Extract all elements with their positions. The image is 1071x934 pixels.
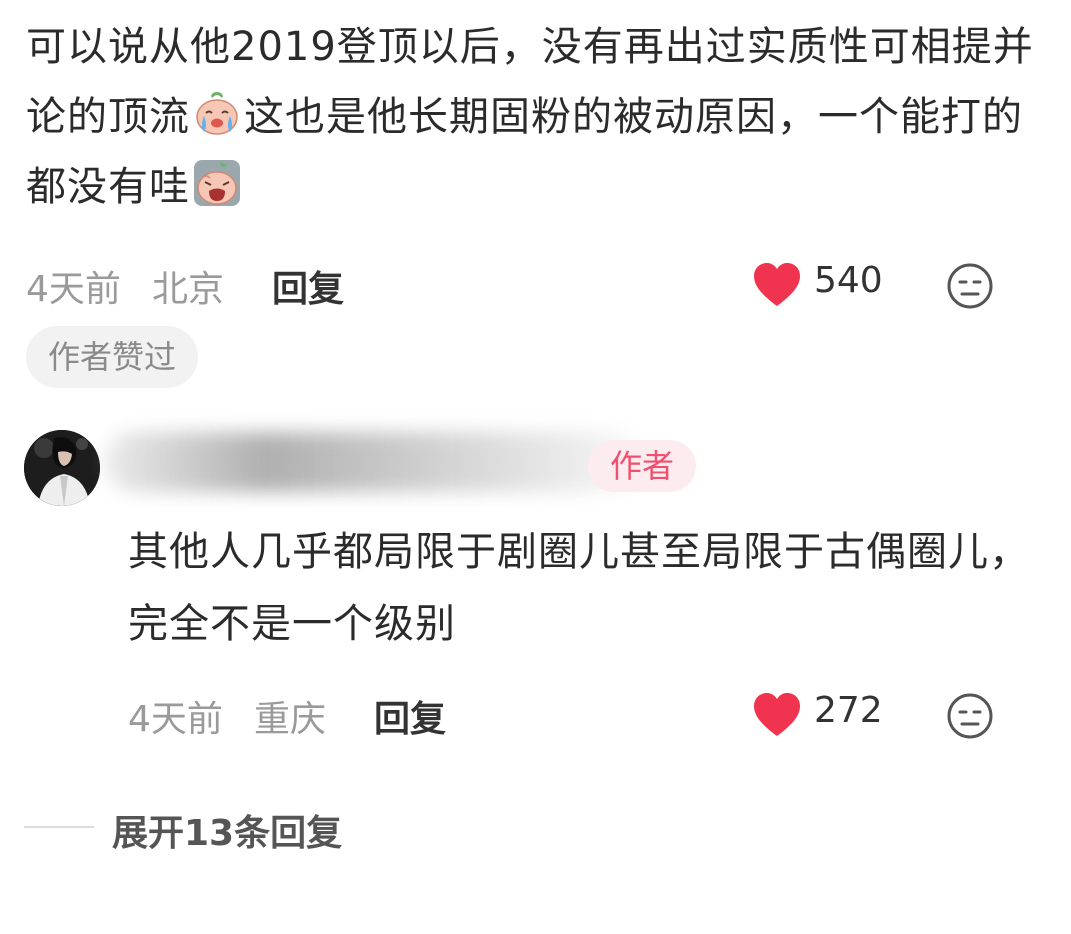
expand-replies-button[interactable]: 展开13条回复	[24, 798, 624, 858]
comment-meta-row: 4天前 北京 回复 540	[0, 254, 1071, 314]
author-badge: 作者	[588, 440, 697, 492]
reply-time: 4天前	[128, 699, 223, 740]
wailing-face-emoji-icon	[194, 160, 240, 206]
comment-time: 4天前	[26, 269, 121, 310]
comment-location: 北京	[152, 269, 225, 310]
reply-reply-button[interactable]: 回复	[374, 690, 446, 742]
crying-face-emoji-icon	[196, 92, 238, 135]
heart-icon[interactable]	[752, 262, 802, 308]
expand-divider-line	[24, 826, 94, 828]
reply-meta-row: 4天前 重庆 回复 272	[0, 684, 1071, 744]
username-blurred[interactable]	[104, 432, 644, 492]
avatar[interactable]	[24, 430, 100, 506]
avatar-image	[24, 430, 100, 506]
reply-text: 其他人几乎都局限于剧圈儿甚至局限于古偶圈儿，完全不是一个级别	[128, 529, 1030, 647]
author-liked-badge: 作者赞过	[26, 326, 199, 388]
dislike-face-icon[interactable]	[946, 262, 994, 310]
heart-icon[interactable]	[752, 692, 802, 738]
comment-reply-button[interactable]: 回复	[272, 260, 344, 312]
reply-location: 重庆	[254, 699, 327, 740]
comment-text: 可以说从他2019登顶以后，没有再出过实质性可相提并论的顶流 这也是他长期固粉的…	[26, 12, 1036, 222]
comment-like-count: 540	[814, 260, 883, 301]
dislike-face-icon[interactable]	[946, 692, 994, 740]
reply-like-count: 272	[814, 690, 883, 731]
expand-replies-label: 展开13条回复	[112, 813, 343, 854]
